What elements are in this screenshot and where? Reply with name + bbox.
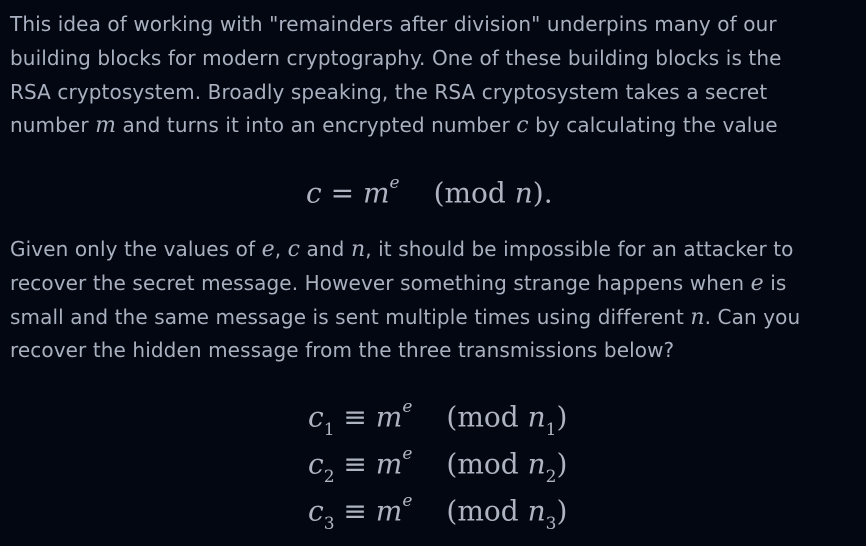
equiv-sign: ≡ (334, 447, 376, 481)
text: This idea of working with "remainders af… (10, 12, 777, 36)
subscript: 1 (545, 419, 557, 440)
text-line: RSA cryptosystem. Broadly speaking, the … (10, 76, 862, 110)
congruence-system: c1 ≡ me (mod n1) c2 ≡ me (mod n2) c3 ≡ me(… (308, 388, 598, 534)
subscript: 3 (545, 513, 557, 534)
text-line: Given only the values of e, c and n, it … (10, 233, 800, 267)
close-paren: ). (532, 176, 553, 210)
congruence-row: c2 ≡ me (mod n2) (308, 435, 598, 487)
text: , it should be impossible for an attacke… (365, 237, 794, 261)
text: is (763, 270, 787, 295)
text: by calculating the value (528, 113, 778, 138)
text: recover the hidden message from the thre… (10, 338, 675, 363)
math-variable-n: n (527, 494, 546, 528)
paragraph-question: Given only the values of e, c and n, it … (10, 233, 800, 368)
congruence-row: c3 ≡ me (mod n3) (308, 482, 598, 534)
mod-text: (mod (446, 494, 528, 528)
close-paren: ) (556, 494, 568, 528)
text-line: recover the hidden message from the thre… (10, 334, 800, 368)
text: number (10, 113, 96, 138)
close-paren: ) (556, 447, 568, 481)
math-variable-c: c (308, 494, 324, 528)
text-line: number m and turns it into an encrypted … (10, 109, 862, 143)
text: small and the same message is sent multi… (10, 304, 691, 329)
subscript: 3 (323, 513, 335, 534)
text: recover the secret message. However some… (10, 270, 751, 295)
text: . Can you (704, 304, 801, 329)
math-variable-m: m (375, 447, 403, 481)
math-variable-n: n (350, 237, 366, 262)
mod-text: (mod (433, 176, 515, 210)
subscript: 2 (545, 466, 557, 487)
math-variable-n: n (514, 176, 533, 210)
text: RSA cryptosystem. Broadly speaking, the … (10, 79, 768, 104)
math-exponent-e: e (402, 397, 413, 417)
subscript: 2 (323, 466, 335, 487)
close-paren: ) (556, 400, 568, 434)
text: , (274, 237, 288, 261)
math-variable-e: e (750, 270, 764, 296)
equiv-sign: ≡ (334, 494, 376, 528)
mod-text: (mod (446, 447, 528, 481)
math-exponent-e: e (402, 444, 413, 464)
text-line: small and the same message is sent multi… (10, 301, 800, 335)
math-variable-n: n (690, 304, 705, 330)
subscript: 1 (323, 419, 335, 440)
math-variable-c: c (308, 400, 324, 434)
mod-text: (mod (446, 400, 528, 434)
paragraph-intro: This idea of working with "remainders af… (10, 8, 862, 143)
congruence-row: c1 ≡ me (mod n1) (308, 388, 598, 440)
text-line: building blocks for modern cryptography.… (10, 42, 862, 76)
math-variable-c: c (306, 176, 322, 210)
rsa-encryption-equation: c = me (mod n). (306, 162, 553, 212)
text: building blocks for modern cryptography.… (10, 45, 782, 70)
math-variable-e: e (261, 237, 275, 262)
math-variable-m: m (95, 113, 117, 139)
text: Given only the values of (10, 237, 262, 261)
text: and (300, 237, 351, 261)
math-exponent-e: e (389, 173, 400, 193)
math-variable-m: m (362, 176, 390, 210)
text-line: recover the secret message. However some… (10, 267, 800, 301)
math-variable-c: c (308, 447, 324, 481)
math-variable-c: c (516, 113, 529, 139)
text-line: This idea of working with "remainders af… (10, 8, 862, 42)
equiv-sign: ≡ (334, 400, 376, 434)
math-variable-n: n (527, 447, 546, 481)
math-variable-m: m (375, 494, 403, 528)
math-variable-n: n (527, 400, 546, 434)
math-variable-m: m (375, 400, 403, 434)
math-exponent-e: e (402, 491, 413, 511)
equals-sign: = (321, 176, 363, 210)
text: and turns it into an encrypted number (116, 113, 517, 138)
math-variable-c: c (287, 237, 301, 262)
